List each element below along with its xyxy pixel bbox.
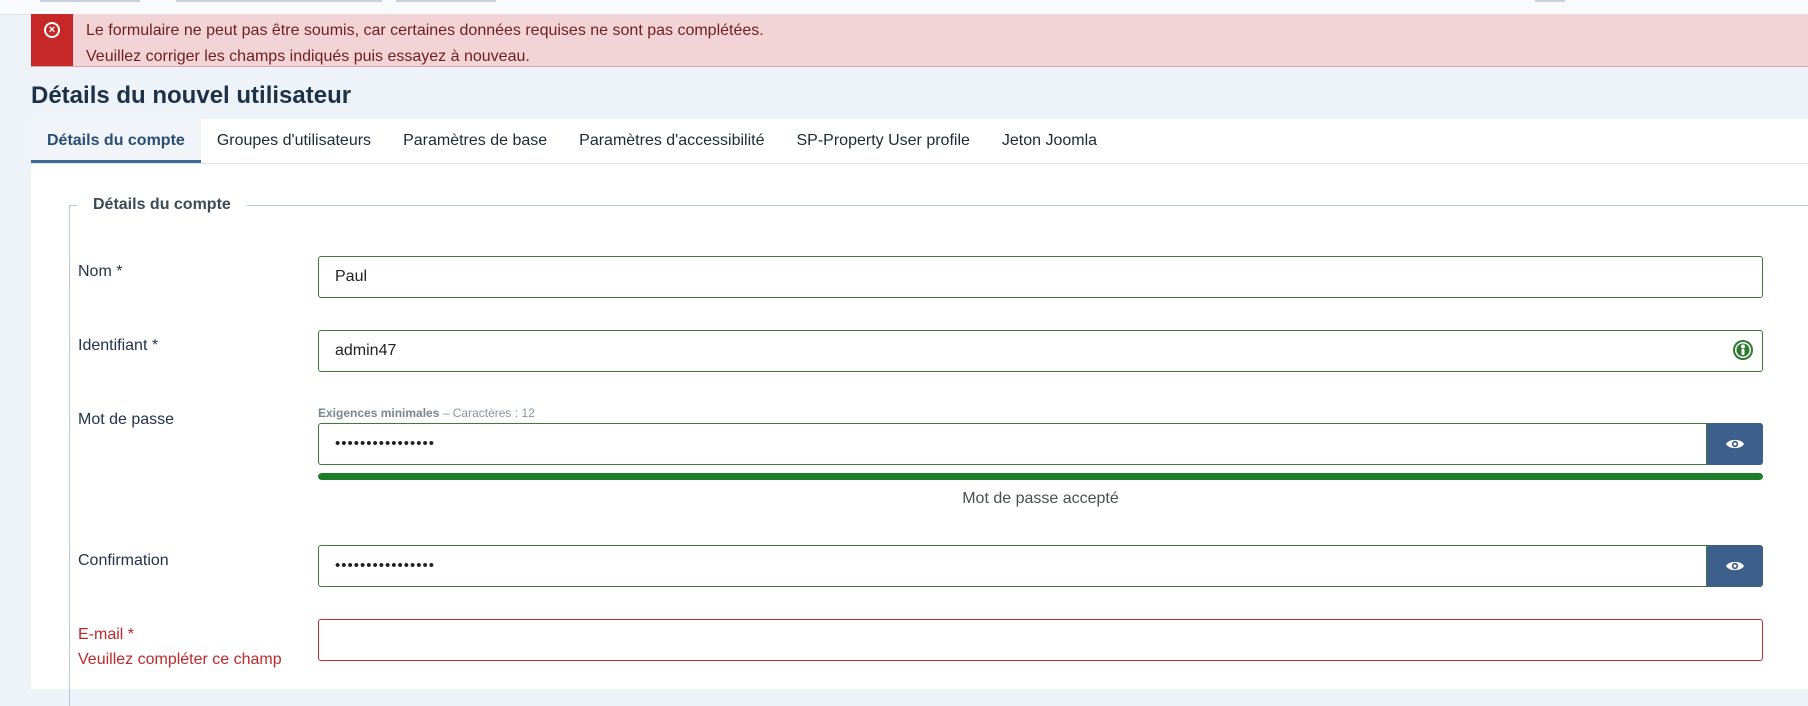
tab-account-details[interactable]: Détails du compte bbox=[31, 119, 201, 163]
confirm-password-label: Confirmation bbox=[78, 552, 169, 569]
alert-message-line-1: Le formulaire ne peut pas être soumis, c… bbox=[86, 22, 764, 39]
tab-bar: Détails du compte Groupes d'utilisateurs… bbox=[31, 119, 1808, 164]
email-label: E-mail * bbox=[78, 626, 135, 643]
eye-icon bbox=[1726, 439, 1744, 449]
email-error-message: Veuillez compléter ce champ bbox=[78, 651, 282, 668]
password-label: Mot de passe bbox=[78, 411, 175, 428]
password-field[interactable]: •••••••••••••••• bbox=[318, 423, 1707, 465]
toolbar-ghost-4 bbox=[1535, 0, 1565, 2]
username-field[interactable]: admin47 bbox=[318, 330, 1763, 372]
name-label: Nom * bbox=[78, 263, 123, 280]
password-requirements-hint: Exigences minimales – Caractères : 12 bbox=[318, 406, 535, 420]
username-value: admin47 bbox=[335, 342, 397, 359]
top-toolbar-strip bbox=[0, 0, 1808, 15]
password-requirements-detail: – Caractères : 12 bbox=[439, 406, 535, 420]
toolbar-ghost-2 bbox=[176, 0, 382, 2]
password-strength-meter bbox=[318, 473, 1763, 480]
username-label: Identifiant * bbox=[78, 337, 159, 354]
tab-basic-settings[interactable]: Paramètres de base bbox=[387, 119, 563, 163]
fieldset-legend: Détails du compte bbox=[77, 196, 247, 214]
password-requirements-title: Exigences minimales bbox=[318, 406, 440, 420]
password-strength-fill bbox=[318, 473, 1763, 480]
eye-icon bbox=[1726, 561, 1744, 571]
password-strength-text: Mot de passe accepté bbox=[962, 490, 1119, 507]
tab-joomla-token[interactable]: Jeton Joomla bbox=[986, 119, 1113, 163]
user-check-icon bbox=[1733, 340, 1753, 360]
toolbar-ghost-1 bbox=[40, 0, 140, 2]
email-field[interactable] bbox=[318, 619, 1763, 661]
tab-user-groups[interactable]: Groupes d'utilisateurs bbox=[201, 119, 387, 163]
alert-accent-bar: × bbox=[31, 14, 73, 66]
error-alert: × Le formulaire ne peut pas être soumis,… bbox=[31, 14, 1808, 67]
tab-accessibility-settings[interactable]: Paramètres d'accessibilité bbox=[563, 119, 780, 163]
page-title: Détails du nouvel utilisateur bbox=[31, 82, 352, 109]
alert-message-line-2: Veuillez corriger les champs indiqués pu… bbox=[86, 48, 530, 65]
show-password-button[interactable] bbox=[1707, 423, 1763, 465]
tab-sp-property-user-profile[interactable]: SP-Property User profile bbox=[781, 119, 986, 163]
show-confirm-password-button[interactable] bbox=[1707, 545, 1763, 587]
circle-x-icon: × bbox=[44, 22, 60, 38]
confirm-password-field[interactable]: •••••••••••••••• bbox=[318, 545, 1707, 587]
toolbar-ghost-3 bbox=[396, 0, 496, 2]
name-field[interactable]: Paul bbox=[318, 256, 1763, 298]
